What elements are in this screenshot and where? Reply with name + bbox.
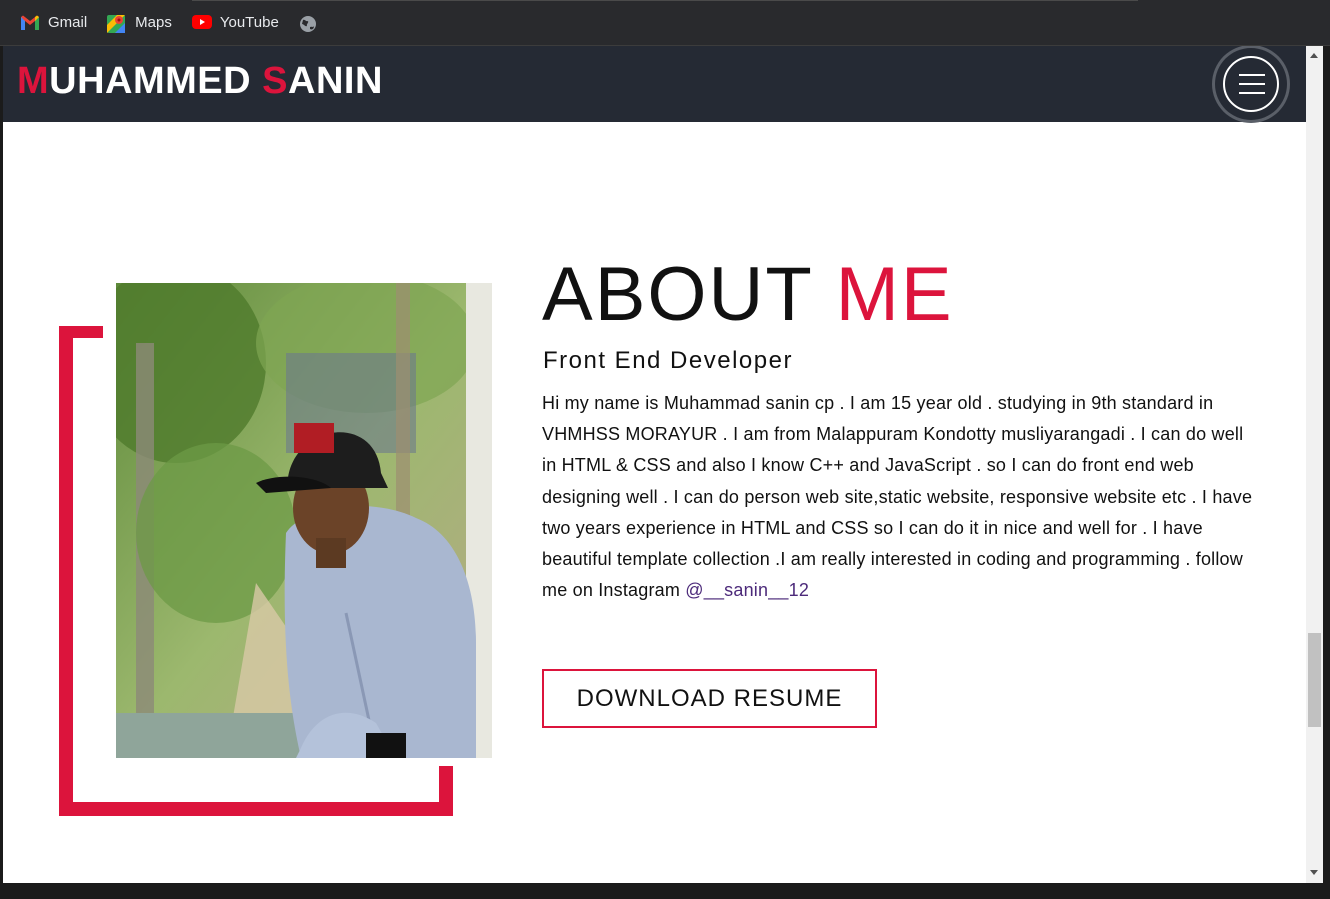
about-heading-main: ABOUT <box>542 252 836 337</box>
youtube-icon <box>191 14 212 31</box>
bookmark-label: Gmail <box>48 14 88 31</box>
bookmark-youtube[interactable]: YouTube <box>191 0 279 46</box>
menu-button[interactable] <box>1215 48 1287 120</box>
navbar: MUHAMMED SANIN <box>3 46 1306 122</box>
vertical-scrollbar[interactable] <box>1306 46 1323 883</box>
brand-initial-m: M <box>17 60 50 102</box>
bookmark-label: Maps <box>135 14 172 31</box>
gmail-icon <box>20 15 40 30</box>
tab-strip-edge <box>192 0 1138 1</box>
maps-icon <box>107 14 127 33</box>
bookmark-label: YouTube <box>219 14 279 31</box>
bookmark-gmail[interactable]: Gmail <box>20 0 87 46</box>
window-edge <box>0 883 1330 899</box>
about-subtitle: Front End Developer <box>543 347 793 374</box>
bio-text: Hi my name is Muhammad sanin cp . I am 1… <box>542 393 1253 601</box>
instagram-link[interactable]: @__sanin__12 <box>685 580 809 600</box>
scroll-up-arrow-icon[interactable] <box>1310 53 1318 58</box>
window-edge <box>1323 46 1330 899</box>
about-heading-accent: ME <box>835 252 954 337</box>
brand-last-rest: ANIN <box>288 60 383 102</box>
scroll-thumb[interactable] <box>1308 633 1321 727</box>
bookmark-maps[interactable]: Maps <box>107 0 172 46</box>
menu-line <box>1239 92 1265 94</box>
menu-line <box>1239 83 1265 85</box>
bookmarks-bar: Gmail Maps YouTube <box>0 0 1330 46</box>
about-heading: ABOUT ME <box>542 252 954 338</box>
brand-initial-s: S <box>262 60 288 102</box>
hamburger-menu-icon <box>1223 56 1279 112</box>
page-viewport: MUHAMMED SANIN ABOUT ME Front End Develo… <box>3 46 1306 883</box>
globe-icon <box>299 15 319 32</box>
menu-line <box>1239 74 1265 76</box>
bookmark-globe[interactable] <box>299 0 319 46</box>
about-bio: Hi my name is Muhammad sanin cp . I am 1… <box>542 388 1254 606</box>
download-resume-button[interactable]: DOWNLOAD RESUME <box>542 669 877 728</box>
brand-first-rest: UHAMMED <box>49 60 263 102</box>
profile-photo <box>116 283 492 758</box>
brand-logo[interactable]: MUHAMMED SANIN <box>17 60 383 103</box>
scroll-down-arrow-icon[interactable] <box>1310 870 1318 875</box>
